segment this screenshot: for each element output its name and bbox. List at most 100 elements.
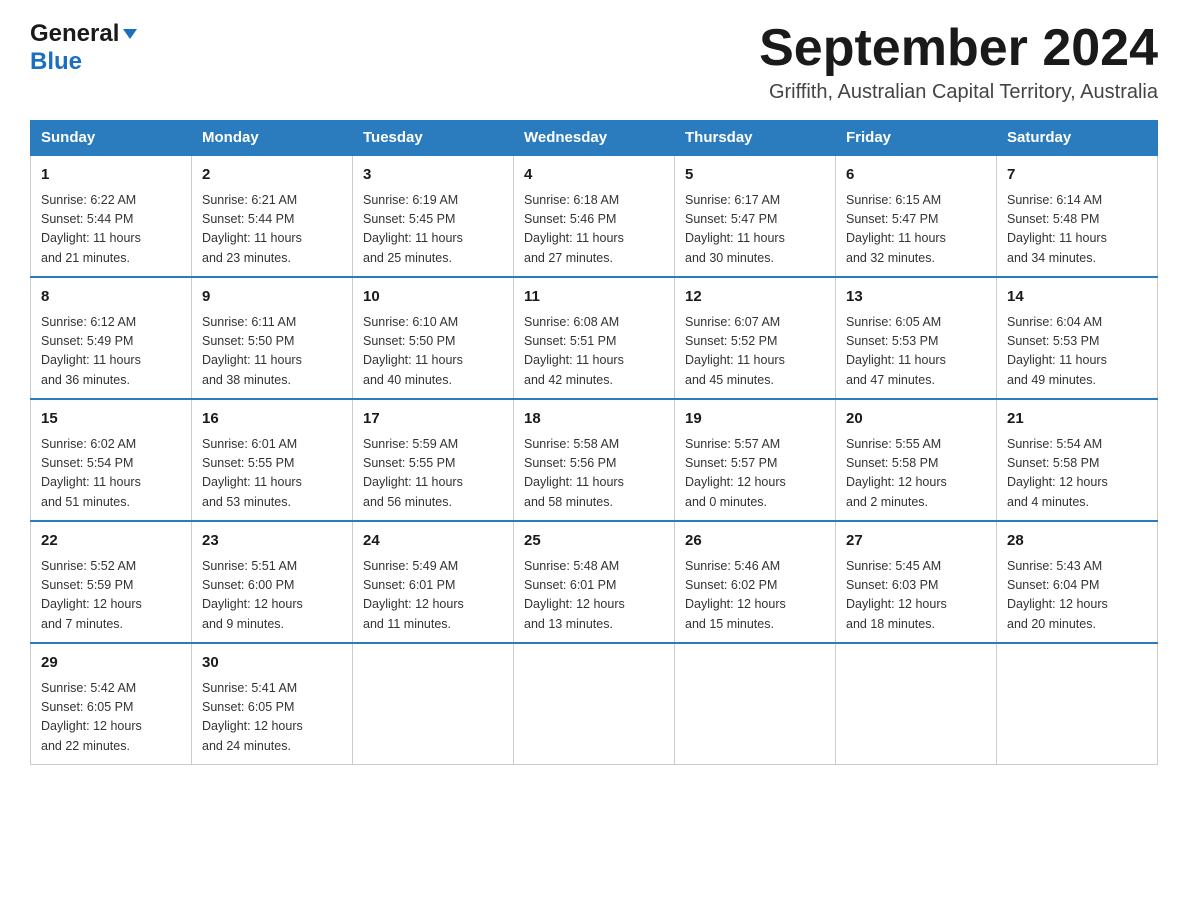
calendar-cell: 2Sunrise: 6:21 AMSunset: 5:44 PMDaylight… [192,155,353,277]
day-info: Sunrise: 6:15 AMSunset: 5:47 PMDaylight:… [846,191,986,269]
calendar-cell: 15 Sunrise: 6:02 AMSunset: 5:54 PMDayligh… [31,399,192,521]
day-number: 11 [524,286,664,309]
day-info: Sunrise: 5:43 AMSunset: 6:04 PMDaylight:… [1007,557,1147,635]
day-info: Sunrise: 6:14 AMSunset: 5:48 PMDaylight:… [1007,191,1147,269]
day-number: 24 [363,530,503,553]
day-info: Sunrise: 6:12 AMSunset: 5:49 PMDaylight:… [41,313,181,391]
calendar-cell [836,643,997,765]
calendar-cell: 13 Sunrise: 6:05 AMSunset: 5:53 PMDayligh… [836,277,997,399]
day-info: Sunrise: 5:45 AMSunset: 6:03 PMDaylight:… [846,557,986,635]
calendar-header-row: SundayMondayTuesdayWednesdayThursdayFrid… [31,121,1158,156]
calendar-cell: 17 Sunrise: 5:59 AMSunset: 5:55 PMDayligh… [353,399,514,521]
day-info: Sunrise: 5:54 AMSunset: 5:58 PMDaylight:… [1007,435,1147,513]
calendar-cell: 10Sunrise: 6:10 AMSunset: 5:50 PMDayligh… [353,277,514,399]
calendar-table: SundayMondayTuesdayWednesdayThursdayFrid… [30,120,1158,765]
day-info: Sunrise: 6:17 AMSunset: 5:47 PMDaylight:… [685,191,825,269]
day-number: 28 [1007,530,1147,553]
day-info: Sunrise: 5:41 AMSunset: 6:05 PMDaylight:… [202,679,342,757]
calendar-cell: 4 Sunrise: 6:18 AMSunset: 5:46 PMDaylight… [514,155,675,277]
calendar-cell: 6Sunrise: 6:15 AMSunset: 5:47 PMDaylight… [836,155,997,277]
calendar-cell: 11 Sunrise: 6:08 AMSunset: 5:51 PMDayligh… [514,277,675,399]
day-info: Sunrise: 5:57 AMSunset: 5:57 PMDaylight:… [685,435,825,513]
day-number: 27 [846,530,986,553]
logo: General Blue [30,20,139,76]
calendar-cell: 12 Sunrise: 6:07 AMSunset: 5:52 PMDayligh… [675,277,836,399]
calendar-cell: 16 Sunrise: 6:01 AMSunset: 5:55 PMDayligh… [192,399,353,521]
day-number: 20 [846,408,986,431]
day-number: 29 [41,652,181,675]
day-info: Sunrise: 6:11 AMSunset: 5:50 PMDaylight:… [202,313,342,391]
calendar-cell: 20Sunrise: 5:55 AMSunset: 5:58 PMDayligh… [836,399,997,521]
page-header: General Blue September 2024 Griffith, Au… [30,20,1158,104]
calendar-cell: 3 Sunrise: 6:19 AMSunset: 5:45 PMDaylight… [353,155,514,277]
day-info: Sunrise: 5:48 AMSunset: 6:01 PMDaylight:… [524,557,664,635]
calendar-cell: 19 Sunrise: 5:57 AMSunset: 5:57 PMDayligh… [675,399,836,521]
day-number: 3 [363,164,503,187]
title-area: September 2024 Griffith, Australian Capi… [759,20,1158,104]
day-number: 23 [202,530,342,553]
calendar-cell: 25 Sunrise: 5:48 AMSunset: 6:01 PMDayligh… [514,521,675,643]
calendar-cell: 9 Sunrise: 6:11 AMSunset: 5:50 PMDaylight… [192,277,353,399]
week-row-4: 22 Sunrise: 5:52 AMSunset: 5:59 PMDayligh… [31,521,1158,643]
day-info: Sunrise: 6:05 AMSunset: 5:53 PMDaylight:… [846,313,986,391]
logo-arrow-icon [121,25,139,43]
day-info: Sunrise: 6:22 AMSunset: 5:44 PMDaylight:… [41,191,181,269]
day-info: Sunrise: 6:01 AMSunset: 5:55 PMDaylight:… [202,435,342,513]
col-header-monday: Monday [192,121,353,156]
day-info: Sunrise: 5:58 AMSunset: 5:56 PMDaylight:… [524,435,664,513]
day-number: 12 [685,286,825,309]
week-row-1: 1 Sunrise: 6:22 AMSunset: 5:44 PMDaylight… [31,155,1158,277]
week-row-5: 29 Sunrise: 5:42 AMSunset: 6:05 PMDayligh… [31,643,1158,765]
calendar-cell: 26 Sunrise: 5:46 AMSunset: 6:02 PMDayligh… [675,521,836,643]
day-info: Sunrise: 5:52 AMSunset: 5:59 PMDaylight:… [41,557,181,635]
day-info: Sunrise: 5:42 AMSunset: 6:05 PMDaylight:… [41,679,181,757]
calendar-cell: 23Sunrise: 5:51 AMSunset: 6:00 PMDayligh… [192,521,353,643]
day-info: Sunrise: 6:04 AMSunset: 5:53 PMDaylight:… [1007,313,1147,391]
day-number: 16 [202,408,342,431]
day-number: 14 [1007,286,1147,309]
day-info: Sunrise: 5:46 AMSunset: 6:02 PMDaylight:… [685,557,825,635]
calendar-cell: 21 Sunrise: 5:54 AMSunset: 5:58 PMDayligh… [997,399,1158,521]
day-info: Sunrise: 6:02 AMSunset: 5:54 PMDaylight:… [41,435,181,513]
calendar-cell [514,643,675,765]
calendar-cell: 29 Sunrise: 5:42 AMSunset: 6:05 PMDayligh… [31,643,192,765]
col-header-friday: Friday [836,121,997,156]
day-number: 17 [363,408,503,431]
logo-blue-text: Blue [30,48,82,76]
day-number: 13 [846,286,986,309]
calendar-cell: 27 Sunrise: 5:45 AMSunset: 6:03 PMDayligh… [836,521,997,643]
col-header-thursday: Thursday [675,121,836,156]
day-info: Sunrise: 6:19 AMSunset: 5:45 PMDaylight:… [363,191,503,269]
day-number: 19 [685,408,825,431]
calendar-cell [675,643,836,765]
col-header-tuesday: Tuesday [353,121,514,156]
day-info: Sunrise: 6:18 AMSunset: 5:46 PMDaylight:… [524,191,664,269]
day-number: 4 [524,164,664,187]
day-number: 30 [202,652,342,675]
calendar-cell: 28 Sunrise: 5:43 AMSunset: 6:04 PMDayligh… [997,521,1158,643]
calendar-cell: 8Sunrise: 6:12 AMSunset: 5:49 PMDaylight… [31,277,192,399]
location-subtitle: Griffith, Australian Capital Territory, … [759,81,1158,104]
day-info: Sunrise: 5:59 AMSunset: 5:55 PMDaylight:… [363,435,503,513]
day-number: 5 [685,164,825,187]
day-number: 22 [41,530,181,553]
day-number: 1 [41,164,181,187]
calendar-cell: 30 Sunrise: 5:41 AMSunset: 6:05 PMDayligh… [192,643,353,765]
logo-general-text: General [30,20,119,48]
calendar-cell: 1 Sunrise: 6:22 AMSunset: 5:44 PMDaylight… [31,155,192,277]
week-row-3: 15 Sunrise: 6:02 AMSunset: 5:54 PMDayligh… [31,399,1158,521]
day-number: 9 [202,286,342,309]
calendar-cell: 22 Sunrise: 5:52 AMSunset: 5:59 PMDayligh… [31,521,192,643]
col-header-wednesday: Wednesday [514,121,675,156]
day-number: 25 [524,530,664,553]
calendar-cell: 5 Sunrise: 6:17 AMSunset: 5:47 PMDaylight… [675,155,836,277]
day-info: Sunrise: 6:21 AMSunset: 5:44 PMDaylight:… [202,191,342,269]
calendar-cell: 14 Sunrise: 6:04 AMSunset: 5:53 PMDayligh… [997,277,1158,399]
day-number: 15 [41,408,181,431]
calendar-cell [353,643,514,765]
day-number: 26 [685,530,825,553]
day-info: Sunrise: 6:07 AMSunset: 5:52 PMDaylight:… [685,313,825,391]
day-number: 21 [1007,408,1147,431]
calendar-cell: 24Sunrise: 5:49 AMSunset: 6:01 PMDayligh… [353,521,514,643]
day-info: Sunrise: 6:08 AMSunset: 5:51 PMDaylight:… [524,313,664,391]
